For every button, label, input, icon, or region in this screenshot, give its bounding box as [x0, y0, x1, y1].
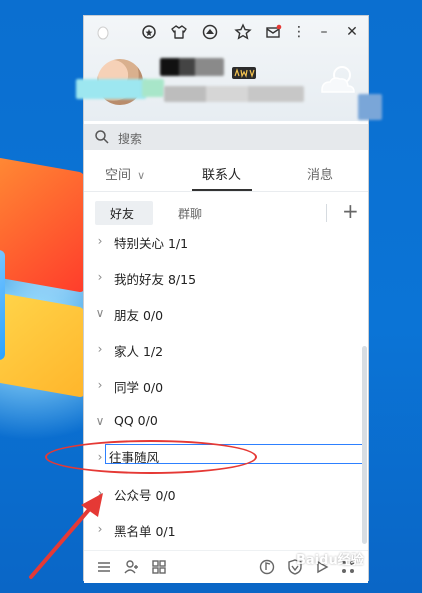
chevron-right-icon: › [97, 342, 103, 356]
mail-icon[interactable] [264, 23, 282, 41]
list-item[interactable]: › 家人 1/2 [84, 331, 368, 367]
list-item[interactable]: › 我的好友 8/15 [84, 259, 368, 295]
group-label: 公众号 0/0 [114, 488, 176, 503]
qq-window: ⋮ – ✕ 搜索 空间 ∨ 联系人 消息 好友 群聊 + › 特别关心 1/1 … [76, 15, 382, 583]
tab-messages[interactable]: 消息 [307, 164, 333, 183]
add-icon[interactable]: + [342, 199, 359, 223]
list-item[interactable]: › 同学 0/0 [84, 367, 368, 403]
chevron-right-icon: › [97, 270, 103, 284]
group-label: 黑名单 0/1 [114, 524, 176, 539]
highlight-ellipse [45, 440, 257, 474]
group-label: 特别关心 1/1 [114, 236, 189, 251]
group-label: 朋友 0/0 [114, 308, 164, 323]
list-item[interactable]: › 黑名单 0/1 [84, 511, 368, 547]
search-placeholder: 搜索 [118, 132, 143, 146]
tab-contacts-label: 联系人 [202, 168, 242, 183]
watermark-text: Baidu经验 [296, 553, 364, 568]
dressup-icon[interactable] [170, 23, 188, 41]
mood-blur [76, 79, 146, 99]
main-tabs: 空间 ∨ 联系人 消息 [84, 157, 368, 192]
group-label: 家人 1/2 [114, 344, 164, 359]
watermark: Baidu经验 [296, 549, 364, 568]
chevron-right-icon: › [97, 234, 103, 248]
subtab-groups[interactable]: 群聊 [178, 205, 202, 222]
wallet-icon[interactable] [201, 23, 219, 41]
divider [326, 204, 327, 222]
chevron-right-icon: › [97, 522, 103, 536]
signature-blur [164, 86, 304, 102]
list-item[interactable]: › 公众号 0/0 [84, 475, 368, 511]
title-bar: ⋮ – ✕ [84, 16, 368, 48]
active-tab-indicator [192, 189, 252, 191]
vip-badge [232, 67, 256, 79]
tab-space[interactable]: 空间 ∨ [105, 164, 145, 183]
signature-blur [358, 94, 382, 120]
close-icon[interactable]: ✕ [343, 23, 361, 41]
chevron-right-icon: › [97, 378, 103, 392]
chevron-down-icon: ∨ [95, 414, 105, 428]
group-label: QQ 0/0 [114, 413, 158, 428]
group-label: 同学 0/0 [114, 380, 164, 395]
tab-space-label: 空间 [105, 168, 132, 183]
list-item[interactable]: › 特别关心 1/1 [84, 223, 368, 259]
add-friend-icon[interactable] [122, 558, 140, 576]
nickname-blur [160, 58, 224, 76]
chevron-right-icon: › [97, 486, 103, 500]
chevron-down-icon: ∨ [137, 169, 146, 182]
minimize-icon[interactable]: – [315, 23, 333, 41]
search-icon [94, 129, 110, 145]
tab-messages-label: 消息 [307, 168, 334, 183]
tab-contacts[interactable]: 联系人 [202, 164, 241, 183]
mood-blur [142, 79, 164, 97]
qq-penguin-icon [94, 23, 112, 41]
music-icon[interactable] [258, 558, 276, 576]
scrollbar[interactable] [362, 346, 367, 544]
app-manager-icon[interactable] [150, 558, 168, 576]
menu-icon[interactable] [95, 558, 113, 576]
subtab-friends[interactable]: 好友 [95, 201, 153, 225]
star-icon[interactable] [234, 23, 252, 41]
profile-header: ⋮ – ✕ [76, 16, 382, 121]
search-bar[interactable]: 搜索 [84, 124, 368, 150]
group-label: 我的好友 8/15 [114, 272, 197, 287]
subtab-friends-label: 好友 [110, 207, 135, 221]
list-item[interactable]: ∨ QQ 0/0 [84, 403, 368, 439]
weather-icon[interactable] [314, 62, 358, 98]
vip-icon[interactable] [140, 23, 158, 41]
chevron-down-icon: ∨ [95, 306, 105, 320]
list-item[interactable]: ∨ 朋友 0/0 [84, 295, 368, 331]
more-icon[interactable]: ⋮ [290, 23, 308, 41]
